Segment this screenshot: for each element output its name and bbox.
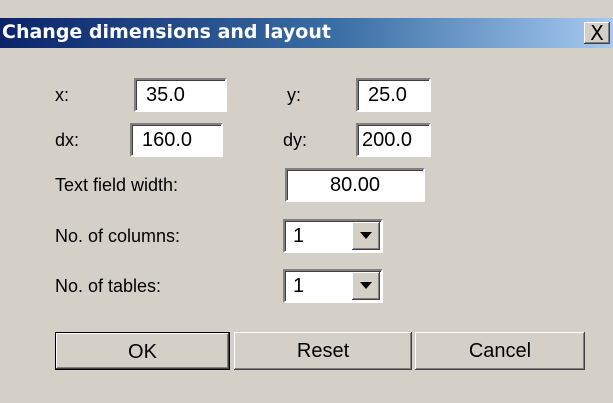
columns-label: No. of columns: bbox=[55, 226, 181, 246]
ok-button[interactable]: OK bbox=[55, 332, 230, 370]
close-icon: X bbox=[590, 21, 604, 45]
reset-button[interactable]: Reset bbox=[234, 332, 412, 370]
columns-dropdown-button[interactable] bbox=[352, 222, 380, 250]
y-label: y: bbox=[287, 85, 302, 105]
columns-value: 1 bbox=[293, 225, 305, 247]
x-label: x: bbox=[55, 85, 70, 105]
title-bar[interactable]: Change dimensions and layout X bbox=[0, 18, 613, 48]
x-field[interactable]: 35.0 bbox=[134, 78, 227, 112]
dialog-window: Change dimensions and layout X x: 35.0 y… bbox=[0, 0, 613, 403]
tables-label: No. of tables: bbox=[55, 276, 162, 296]
window-title: Change dimensions and layout bbox=[2, 21, 331, 43]
dy-label: dy: bbox=[283, 130, 308, 150]
chevron-down-icon bbox=[360, 232, 372, 239]
dy-field[interactable]: 200.0 bbox=[356, 123, 431, 157]
close-button[interactable]: X bbox=[584, 22, 610, 44]
tables-select[interactable]: 1 bbox=[283, 269, 383, 303]
chevron-down-icon bbox=[360, 282, 372, 289]
columns-select[interactable]: 1 bbox=[283, 219, 383, 253]
tables-value: 1 bbox=[293, 275, 305, 297]
dx-field[interactable]: 160.0 bbox=[130, 123, 223, 157]
text-field-width-field[interactable]: 80.00 bbox=[285, 168, 425, 202]
cancel-button[interactable]: Cancel bbox=[415, 332, 585, 370]
dx-label: dx: bbox=[55, 130, 80, 150]
text-field-width-label: Text field width: bbox=[55, 175, 179, 195]
tables-dropdown-button[interactable] bbox=[352, 272, 380, 300]
y-field[interactable]: 25.0 bbox=[356, 78, 431, 112]
